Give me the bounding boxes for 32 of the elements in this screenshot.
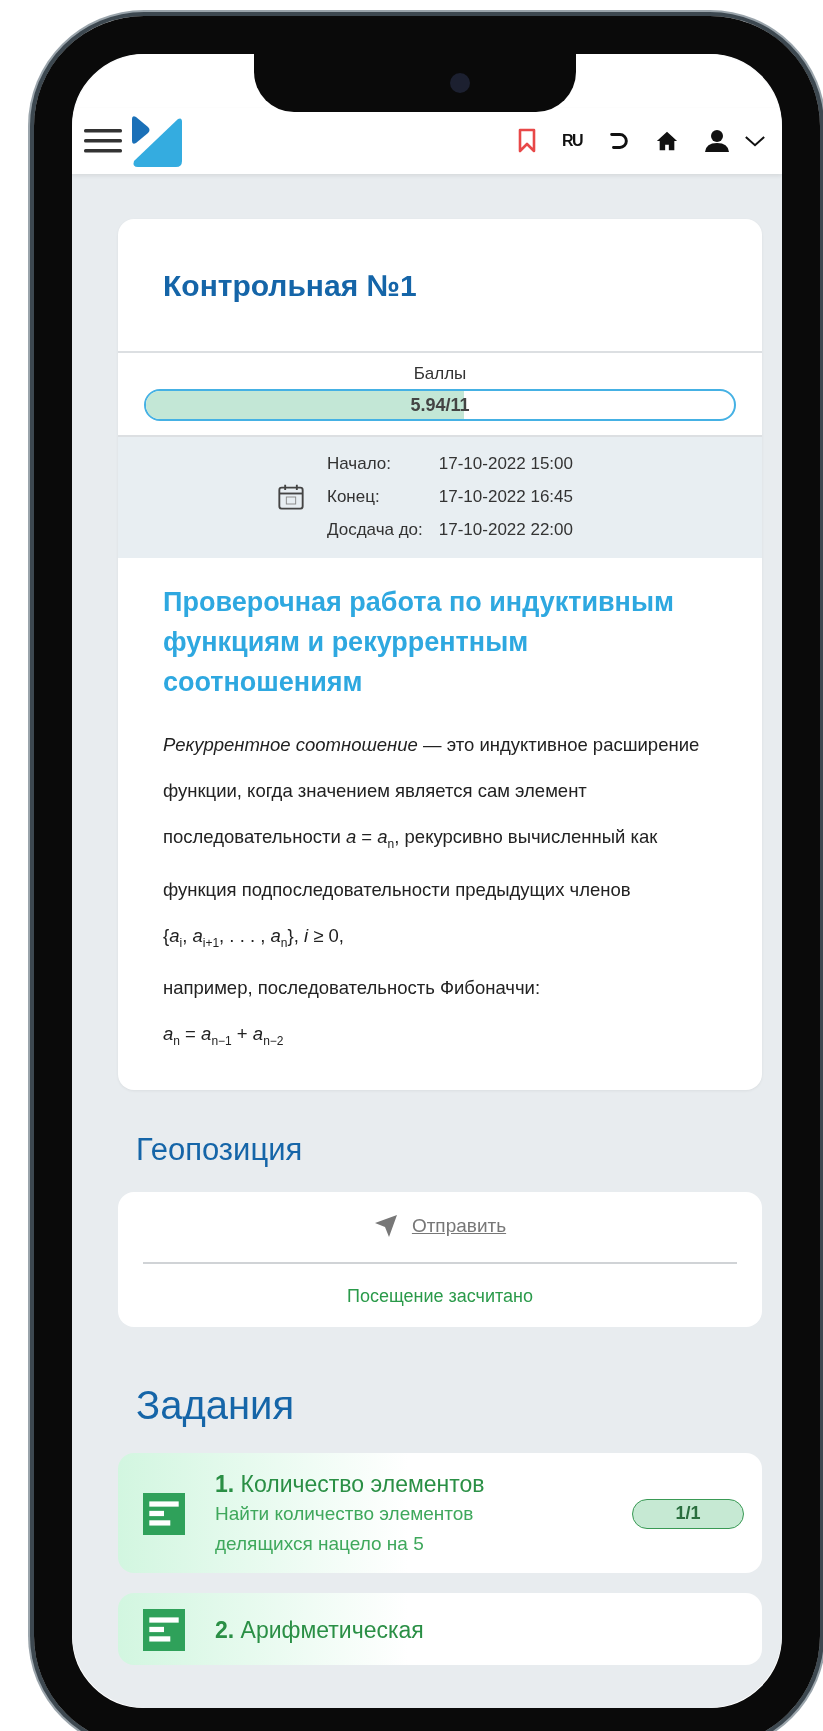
task-score: 1/1 — [632, 1499, 744, 1530]
score-label: Баллы — [412, 363, 468, 385]
description-text: например, последовательность Фибоначчи: — [163, 976, 542, 1001]
date-value: 17-10-2022 22:00 — [438, 519, 573, 541]
date-label: Досдача до: — [327, 519, 424, 541]
task-title: 2. Арифметическая — [215, 1616, 425, 1646]
location-arrow-icon — [373, 1214, 398, 1239]
logo-icon[interactable] — [130, 115, 182, 167]
language-button[interactable]: RU — [561, 132, 582, 150]
date-label: Конец: — [327, 486, 381, 508]
task-title: 1. Количество элементов — [215, 1470, 486, 1500]
task-description: Найти количество элементов делящихся нацело на 5 — [215, 1502, 475, 1557]
task-card[interactable]: 2. Арифметическая — [118, 1593, 762, 1666]
test-title: Контрольная №1 — [163, 268, 418, 304]
chevron-down-icon[interactable] — [744, 134, 766, 148]
form-icon — [143, 1493, 185, 1536]
description-text: {a$_{i}$, a$_{i+1}$, . . . , a$_{n}$}, i ≥ 0, — [163, 923, 345, 952]
date-value: 17-10-2022 15:00 — [438, 453, 573, 475]
user-icon[interactable] — [704, 128, 730, 154]
score-value: 5.94/11 — [410, 395, 470, 415]
geo-heading: Геопозиция — [136, 1131, 304, 1170]
task-card[interactable]: 1. Количество элементов Найти количество элементов делящихся нацело на 5 1/1 — [118, 1453, 762, 1574]
section-title: Проверочная работа по индуктивным функциям и рекуррентным соотношениям — [162, 586, 675, 699]
description-text: a$_{n}$ = a$_{n−1}$ + a$_{n−2}$ — [163, 1022, 285, 1051]
menu-icon[interactable] — [84, 126, 122, 156]
date-value: 17-10-2022 16:45 — [438, 486, 573, 508]
tasks-heading: Задания — [136, 1382, 296, 1430]
send-link[interactable]: Отправить — [411, 1215, 507, 1238]
calendar-icon — [277, 482, 305, 511]
date-label: Начало: — [327, 453, 392, 475]
attendance-status: Посещение засчитано — [345, 1286, 535, 1308]
form-icon — [143, 1609, 185, 1652]
